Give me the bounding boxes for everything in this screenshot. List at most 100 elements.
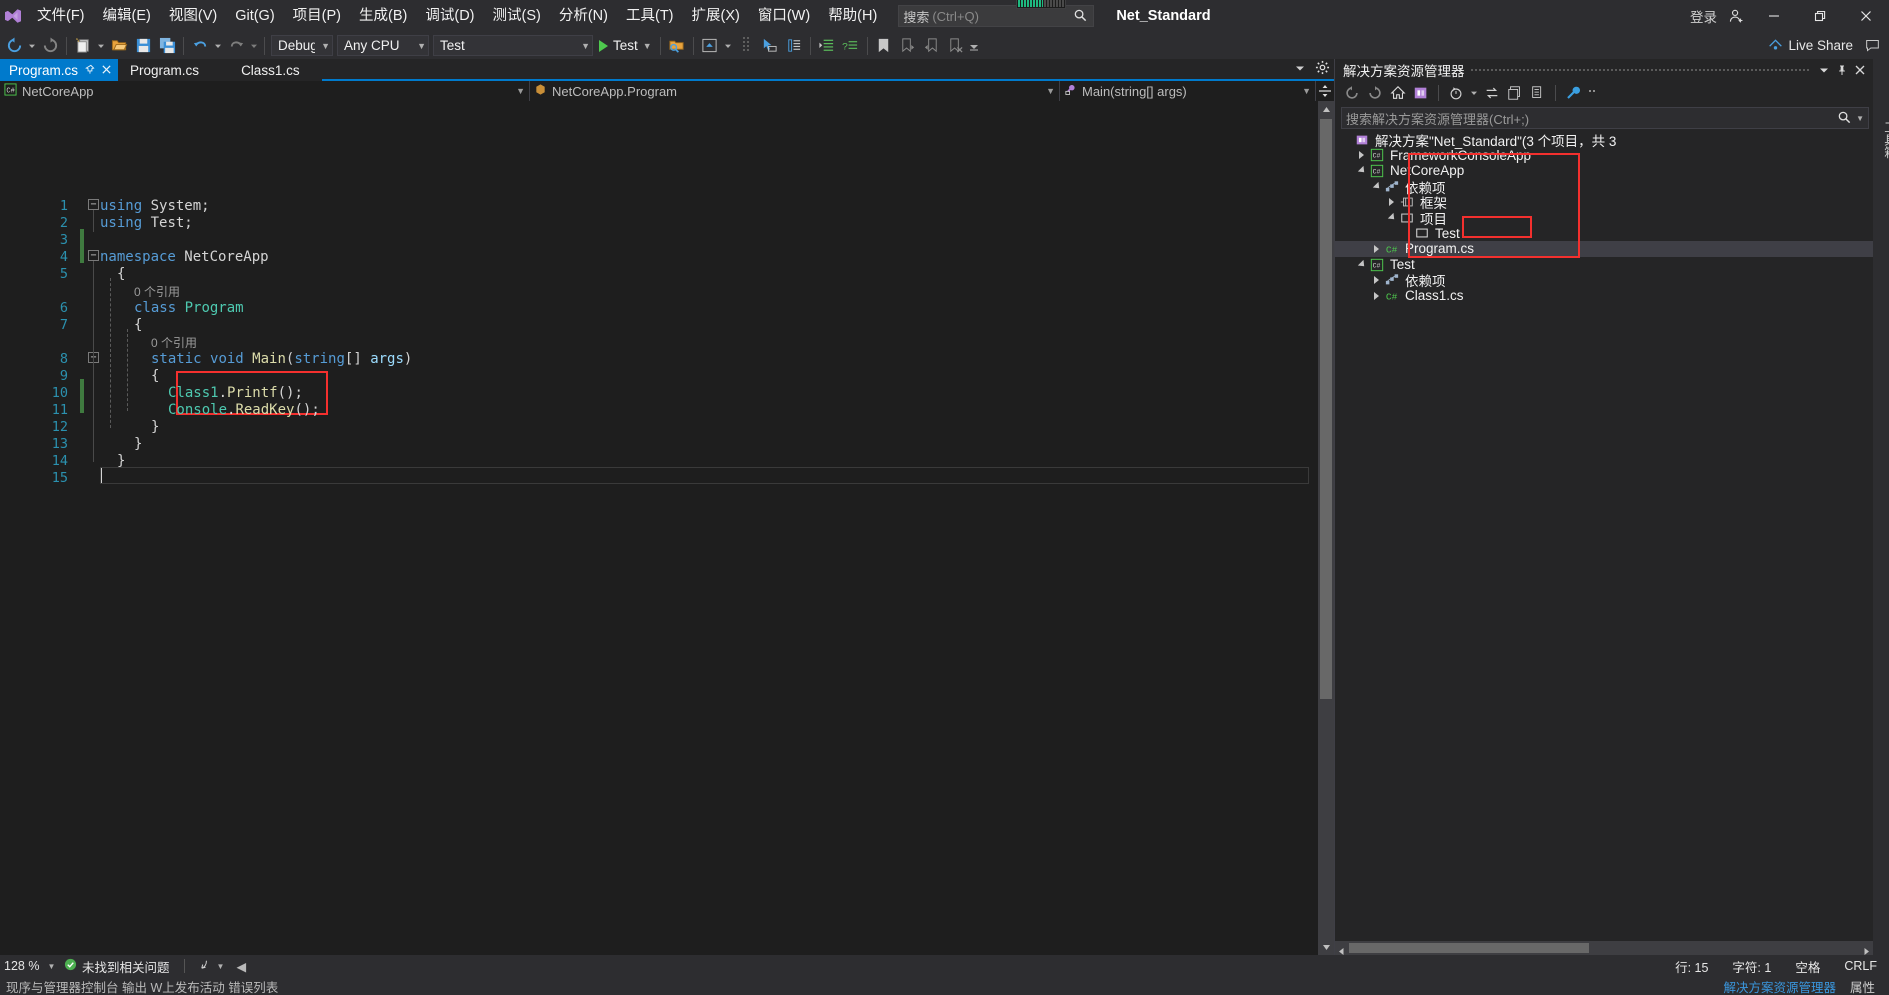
- solution-tree-item[interactable]: 框架: [1335, 194, 1873, 211]
- toggle-bookmark-icon[interactable]: [872, 34, 896, 58]
- show-all-files-icon[interactable]: [1527, 82, 1549, 104]
- navigate-forward-icon[interactable]: [38, 34, 62, 58]
- menu-view[interactable]: 视图(V): [160, 0, 226, 32]
- bottom-tab-solution-explorer[interactable]: 解决方案资源管理器: [1723, 977, 1836, 995]
- code-text-area[interactable]: − − − − 1using System;2using Test;34name…: [0, 101, 1318, 955]
- redo-icon[interactable]: [224, 34, 248, 58]
- menu-git[interactable]: Git(G): [226, 0, 283, 32]
- close-button[interactable]: [1843, 0, 1889, 32]
- select-element-icon[interactable]: [758, 34, 782, 58]
- tab-program-cs-active[interactable]: Program.cs: [0, 59, 119, 81]
- menu-analyze[interactable]: 分析(N): [550, 0, 617, 32]
- toolbox-vertical-strip[interactable]: 工具箱: [1873, 59, 1889, 955]
- menu-debug[interactable]: 调试(D): [416, 0, 483, 32]
- solution-tree-item[interactable]: 解决方案"Net_Standard"(3 个项目，共 3: [1335, 132, 1873, 149]
- chevron-right-icon-tree[interactable]: [1384, 198, 1398, 207]
- chevron-right-icon-tree[interactable]: [1369, 244, 1383, 253]
- navigate-backward-dropdown-icon[interactable]: [26, 34, 38, 58]
- menu-tools[interactable]: 工具(T): [617, 0, 683, 32]
- live-share-button[interactable]: Live Share: [1768, 37, 1859, 55]
- comment-selection-icon[interactable]: ?: [839, 34, 863, 58]
- minimize-button[interactable]: [1751, 0, 1797, 32]
- next-bookmark-icon[interactable]: [896, 34, 920, 58]
- redo-dropdown-icon[interactable]: [248, 34, 260, 58]
- sync-with-active-document-icon[interactable]: [1481, 82, 1503, 104]
- bottom-tab-properties[interactable]: 属性: [1850, 977, 1875, 995]
- properties-wrench-icon[interactable]: [1562, 82, 1584, 104]
- toolbar-overflow-icon[interactable]: [968, 34, 980, 58]
- send-feedback-icon[interactable]: [1859, 34, 1885, 58]
- source-control-status[interactable]: ▼: [193, 955, 231, 977]
- chevron-down-icon-tree[interactable]: [1354, 259, 1368, 270]
- editor-vertical-scrollbar[interactable]: [1318, 101, 1334, 955]
- menu-window[interactable]: 窗口(W): [749, 0, 819, 32]
- undo-icon[interactable]: [188, 34, 212, 58]
- split-view-icon[interactable]: [1316, 81, 1334, 101]
- indentation-status[interactable]: 空格: [1783, 957, 1832, 976]
- outline-collapse-line4[interactable]: −: [88, 250, 99, 261]
- solution-view-icon[interactable]: [1410, 82, 1432, 104]
- solution-tree-item[interactable]: 项目: [1335, 210, 1873, 227]
- account-add-icon[interactable]: [1721, 0, 1751, 32]
- solution-tree-item[interactable]: 依赖项: [1335, 179, 1873, 196]
- chevron-right-icon-tree[interactable]: [1354, 151, 1368, 160]
- menu-help[interactable]: 帮助(H): [819, 0, 886, 32]
- menu-build[interactable]: 生成(B): [350, 0, 416, 32]
- scroll-left-icon[interactable]: [1337, 943, 1346, 961]
- pin-icon[interactable]: [84, 63, 95, 78]
- open-file-icon[interactable]: [107, 34, 131, 58]
- increase-indent-icon[interactable]: [815, 34, 839, 58]
- chevron-down-icon-tree[interactable]: [1384, 213, 1398, 223]
- active-files-dropdown-icon[interactable]: [1293, 61, 1307, 80]
- pending-changes-icon[interactable]: [1445, 82, 1467, 104]
- chevron-right-icon-tree[interactable]: [1369, 276, 1383, 285]
- solution-configuration-combo[interactable]: Debug ▼: [271, 35, 333, 56]
- clear-bookmarks-icon[interactable]: [944, 34, 968, 58]
- live-preview-dropdown-icon[interactable]: [722, 34, 734, 58]
- back-icon[interactable]: [1341, 82, 1363, 104]
- code-editor[interactable]: − − − − 1using System;2using Test;34name…: [0, 101, 1334, 955]
- issues-status[interactable]: 未找到相关问题: [58, 955, 176, 977]
- search-solution-icon[interactable]: [665, 34, 689, 58]
- chevron-down-icon-tree[interactable]: [1354, 166, 1368, 176]
- menu-extensions[interactable]: 扩展(X): [683, 0, 749, 32]
- tab-program-cs-2[interactable]: Program.cs: [118, 59, 222, 81]
- scroll-right-icon[interactable]: [1862, 943, 1871, 961]
- menu-file[interactable]: 文件(F): [28, 0, 94, 32]
- line-ending-status[interactable]: CRLF: [1832, 959, 1889, 973]
- nav-type-combo[interactable]: NetCoreApp.Program ▼: [530, 81, 1060, 101]
- startup-project-combo[interactable]: Test ▼: [433, 35, 593, 56]
- sign-in-label[interactable]: 登录: [1686, 6, 1721, 26]
- toolbox-label[interactable]: 工具箱: [1863, 121, 1889, 159]
- menu-test[interactable]: 测试(S): [484, 0, 550, 32]
- pending-changes-dropdown-icon[interactable]: [1468, 81, 1480, 105]
- solution-tree-item[interactable]: C# Program.cs: [1335, 241, 1873, 257]
- bottom-tool-window-labels[interactable]: 现序与管理器控制台 输出 W上发布活动 错误列表: [0, 977, 278, 995]
- zoom-level-combo[interactable]: 128 % ▼: [0, 955, 58, 977]
- home-icon[interactable]: [1387, 82, 1409, 104]
- solution-tree-item[interactable]: Test: [1335, 226, 1873, 242]
- previous-bookmark-icon[interactable]: [920, 34, 944, 58]
- nav-project-combo[interactable]: C# NetCoreApp ▼: [0, 81, 530, 101]
- refresh-icon[interactable]: [1504, 82, 1526, 104]
- menu-edit[interactable]: 编辑(E): [94, 0, 160, 32]
- panel-pin-icon[interactable]: [1833, 61, 1851, 79]
- chevron-down-icon-tree[interactable]: [1369, 181, 1383, 192]
- panel-close-icon[interactable]: [1851, 61, 1869, 79]
- hscrollbar-thumb[interactable]: [1349, 943, 1589, 953]
- solution-tree-item[interactable]: C# Class1.cs: [1335, 288, 1873, 304]
- solution-tree-item[interactable]: 依赖项: [1335, 272, 1873, 289]
- nav-member-combo[interactable]: Main(string[] args) ▼: [1060, 81, 1316, 101]
- menu-project[interactable]: 项目(P): [284, 0, 350, 32]
- tab-class1-cs[interactable]: Class1.cs: [221, 59, 322, 81]
- solution-explorer-search-input[interactable]: 搜索解决方案资源管理器(Ctrl+;) ▼: [1341, 107, 1869, 129]
- scrollbar-thumb[interactable]: [1320, 119, 1332, 699]
- navigate-backward-icon[interactable]: [2, 34, 26, 58]
- undo-dropdown-icon[interactable]: [212, 34, 224, 58]
- solution-tree[interactable]: 解决方案"Net_Standard"(3 个项目，共 3 C# FrameworkC…: [1335, 132, 1873, 941]
- solution-explorer-horizontal-scrollbar[interactable]: [1335, 941, 1873, 955]
- se-search-icon[interactable]: [1837, 110, 1852, 128]
- new-project-icon[interactable]: [71, 34, 95, 58]
- start-debugging-button[interactable]: Test ▼: [595, 34, 656, 58]
- chevron-right-icon-tree[interactable]: [1369, 291, 1383, 300]
